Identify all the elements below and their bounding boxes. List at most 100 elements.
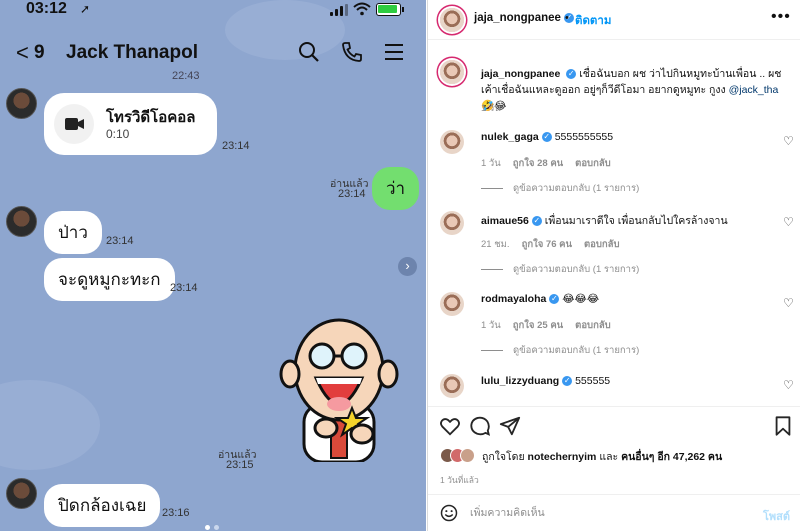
add-comment-bar: โพสต์ (428, 494, 800, 531)
video-call-message[interactable]: โทรวิดีโอคอล 0:10 (44, 93, 217, 155)
message-time: 23:14 (222, 140, 250, 152)
likes-summary: ถูกใจโดย notechernyim และ คนอื่นๆ อีก 47… (482, 448, 722, 465)
view-replies-link[interactable]: ดูข้อความตอบกลับ (1 รายการ) (481, 181, 639, 196)
likes-conjunction: และ (599, 451, 619, 463)
verified-badge-icon: ✓ (549, 294, 560, 305)
avatar[interactable] (440, 8, 464, 32)
message-time: 23:15 (226, 459, 254, 471)
post-author-username[interactable]: jaja_nongpanee ✓ (474, 12, 574, 24)
avatar[interactable] (440, 60, 464, 84)
bookmark-icon[interactable] (772, 415, 794, 437)
avatar[interactable] (440, 292, 464, 316)
comment-meta: 21 ชม. ถูกใจ 76 คน ตอบกลับ (481, 237, 619, 252)
avatar[interactable] (440, 374, 464, 398)
message-time: 23:16 (162, 507, 190, 519)
comment-username[interactable]: aimaue56 (481, 215, 529, 227)
video-call-title: โทรวิดีโอคอล (106, 109, 196, 126)
verified-badge-icon: ✓ (541, 132, 552, 143)
reply-button[interactable]: ตอบกลับ (584, 239, 620, 250)
menu-icon[interactable] (382, 40, 406, 64)
comment-age: 21 ชม. (481, 239, 510, 250)
more-options-icon[interactable]: ••• (771, 8, 791, 26)
page-indicator (203, 517, 221, 531)
chat-title: Jack Thanapol (66, 42, 198, 63)
comment: nulek_gaga ✓ 5555555555 (481, 131, 613, 143)
message-time: 22:43 (172, 70, 200, 82)
battery-icon (376, 3, 401, 16)
like-comment-heart-icon[interactable]: ♡ (783, 134, 794, 148)
emoji-icon[interactable] (440, 504, 458, 522)
mention-link[interactable]: @jack_tha (729, 84, 779, 96)
comment: rodmayaloha ✓ 😂😂😂 (481, 293, 599, 305)
liker-username[interactable]: notechernyim (528, 451, 597, 463)
verified-badge-icon: ✓ (562, 376, 573, 387)
battery-tip (402, 7, 404, 12)
reply-button[interactable]: ตอบกลับ (575, 158, 611, 169)
message-text: ว่า (386, 179, 406, 198)
wifi-icon (353, 2, 371, 16)
avatar[interactable] (440, 211, 464, 235)
post-actions-bar (428, 406, 800, 446)
comment-likes[interactable]: ถูกใจ 28 คน (513, 158, 563, 169)
comment-username[interactable]: lulu_lizzyduang (481, 375, 559, 387)
received-message-bubble[interactable]: ปิดกล้องเฉย (44, 484, 161, 527)
avatar (460, 448, 475, 463)
reply-button[interactable]: ตอบกลับ (575, 320, 611, 331)
verified-badge-icon: ✓ (566, 69, 577, 80)
video-call-duration: 0:10 (106, 127, 130, 141)
message-text: ป่าว (58, 223, 88, 242)
comment-likes[interactable]: ถูกใจ 76 คน (522, 239, 572, 250)
comment-text: 😂😂😂 (562, 293, 600, 305)
back-button[interactable]: < (16, 40, 29, 66)
like-comment-heart-icon[interactable]: ♡ (783, 296, 794, 310)
status-time: 03:12 (26, 0, 67, 17)
comment-username[interactable]: nulek_gaga (481, 131, 539, 143)
comment-text: 555555 (575, 375, 611, 387)
phone-icon[interactable] (340, 40, 364, 64)
received-message-bubble[interactable]: จะดูหมูกะทะก (44, 258, 175, 301)
username-text: jaja_nongpanee (474, 12, 561, 24)
caption-age: 1 วัน (481, 103, 501, 114)
like-comment-heart-icon[interactable]: ♡ (783, 215, 794, 229)
separator-dot: • (565, 12, 569, 24)
post-comment-button[interactable]: โพสต์ (763, 507, 790, 525)
comment-username[interactable]: rodmayaloha (481, 293, 546, 305)
comment-text: เพื่อนมาเราดีใจ เพื่อนกลับไปใครล้างจาน (544, 215, 728, 227)
avatar[interactable] (6, 478, 37, 509)
message-time: 23:14 (338, 188, 366, 200)
search-icon[interactable] (297, 40, 321, 64)
message-time: 23:14 (106, 235, 134, 247)
comment-meta: 1 วัน ถูกใจ 28 คน ตอบกลับ (481, 156, 611, 171)
like-comment-heart-icon[interactable]: ♡ (783, 378, 794, 392)
comment-meta: 1 วัน ถูกใจ 25 คน ตอบกลับ (481, 318, 611, 333)
avatar[interactable] (6, 206, 37, 237)
chat-header: < 9 Jack Thanapol (0, 32, 426, 76)
message-text: ปิดกล้องเฉย (58, 496, 147, 515)
instagram-post-panel: jaja_nongpanee ✓ • ติดตาม ••• jaja_nongpa… (427, 0, 800, 531)
comment-icon[interactable] (469, 415, 491, 437)
comment-likes[interactable]: ถูกใจ 25 คน (513, 320, 563, 331)
comment-input[interactable] (470, 503, 720, 523)
caption-username[interactable]: jaja_nongpanee (481, 68, 560, 80)
share-icon[interactable] (499, 415, 521, 437)
view-replies-link[interactable]: ดูข้อความตอบกลับ (1 รายการ) (481, 343, 639, 358)
view-replies-link[interactable]: ดูข้อความตอบกลับ (1 รายการ) (481, 262, 639, 277)
sticker-old-man-laughing[interactable] (276, 312, 402, 462)
scroll-right-button[interactable]: › (398, 257, 417, 276)
video-camera-icon (54, 104, 94, 144)
message-text: จะดูหมูกะทะก (58, 270, 161, 289)
comment-age: 1 วัน (481, 158, 501, 169)
liker-avatars (440, 448, 484, 464)
comment: aimaue56 ✓ เพื่อนมาเราดีใจ เพื่อนกลับไปใค… (481, 212, 728, 229)
sent-message-bubble[interactable]: ว่า (372, 167, 420, 210)
verified-badge-icon: ✓ (531, 216, 542, 227)
follow-button[interactable]: ติดตาม (575, 12, 611, 30)
avatar[interactable] (440, 130, 464, 154)
post-timestamp: 1 วันที่แล้ว (440, 475, 479, 485)
other-likers-link[interactable]: คนอื่นๆ อีก 47,262 คน (621, 451, 722, 463)
avatar[interactable] (6, 88, 37, 119)
heart-icon[interactable] (439, 415, 461, 437)
post-caption: jaja_nongpanee ✓ เชื่อฉันบอก ผช ว่าไปกิน… (481, 66, 787, 114)
received-message-bubble[interactable]: ป่าว (44, 211, 102, 254)
likes-prefix: ถูกใจโดย (482, 451, 525, 463)
